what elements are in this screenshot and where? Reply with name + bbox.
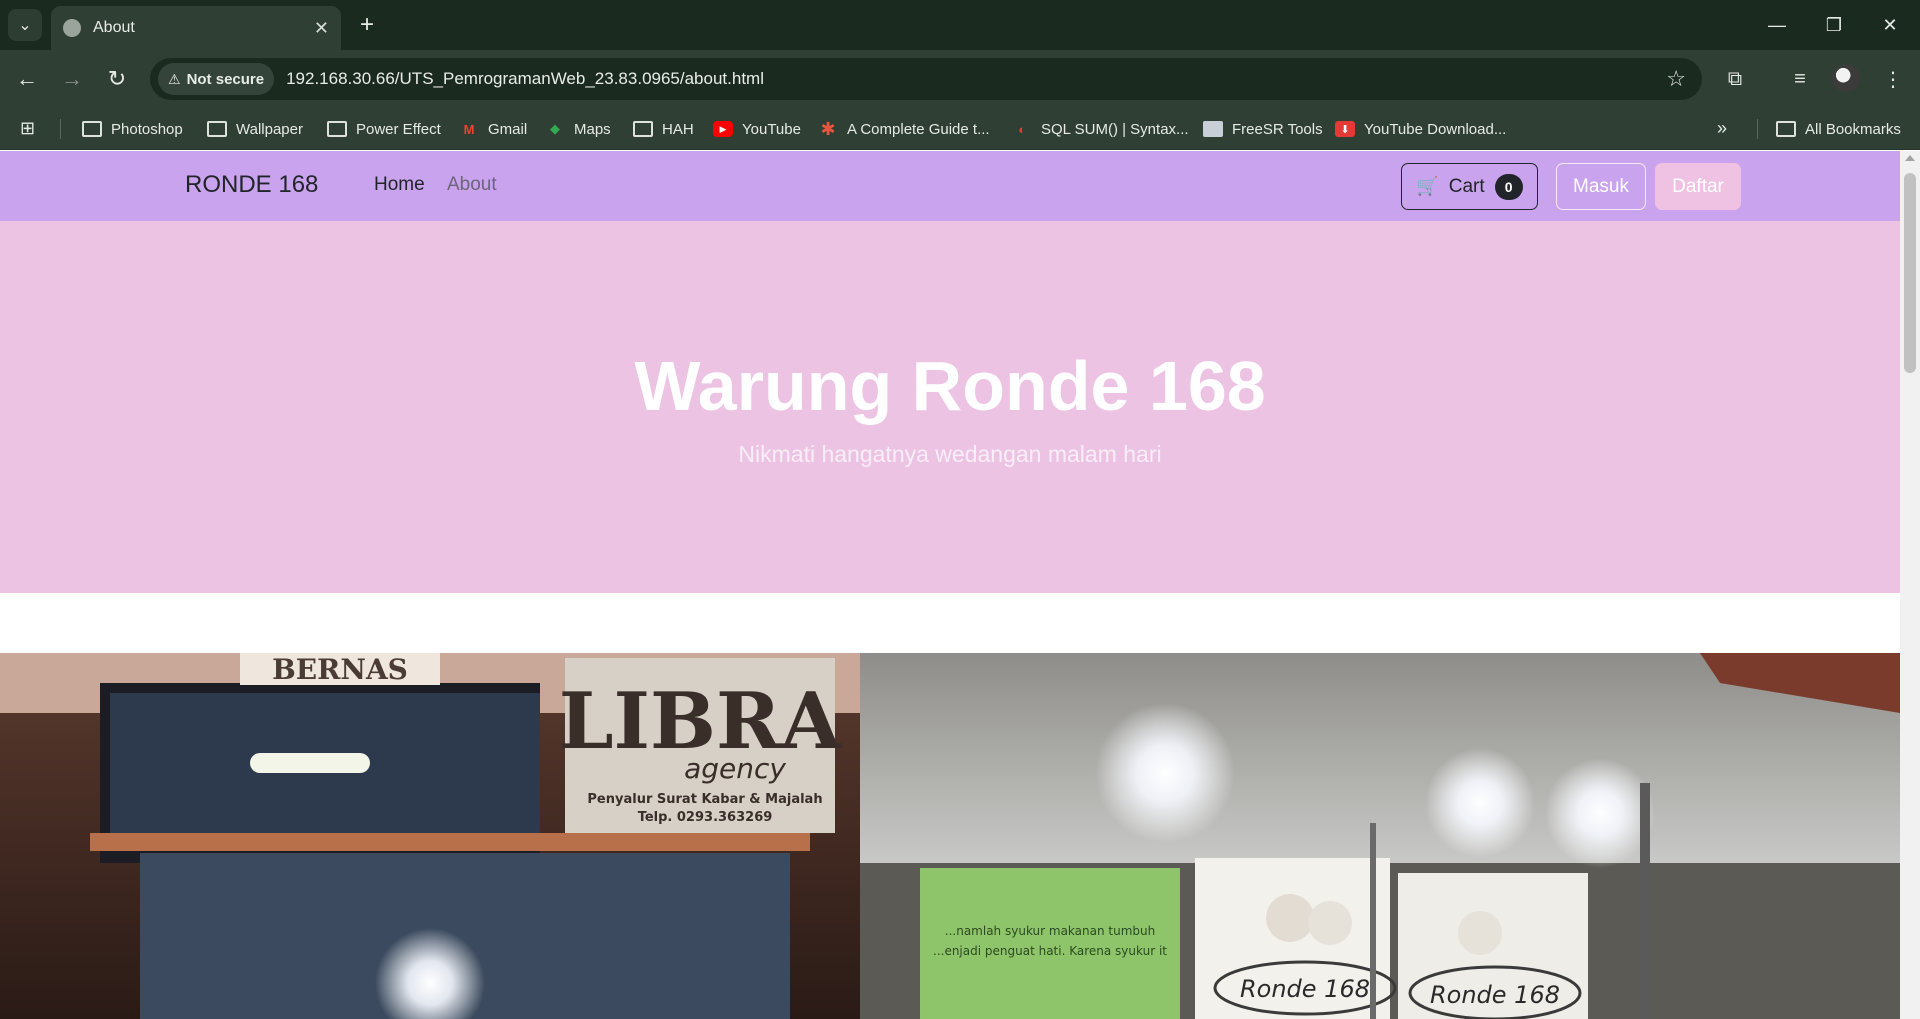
cart-button[interactable]: 🛒 Cart 0 [1401, 163, 1538, 210]
bookmark-maps[interactable]: ◆ Maps [545, 108, 611, 150]
reload-icon[interactable]: ↻ [100, 62, 134, 96]
new-tab-button[interactable]: + [352, 10, 382, 40]
hero-subtitle: Nikmati hangatnya wedangan malam hari [738, 441, 1162, 467]
folder-icon [1776, 121, 1796, 137]
browser-tab-about[interactable]: About ✕ [51, 6, 341, 50]
site-navbar: RONDE 168 Home About 🛒 Cart 0 Masuk Daft… [0, 151, 1900, 221]
browser-toolbar: ← → ↻ ⚠ Not secure 192.168.30.66/UTS_Pem… [0, 50, 1920, 108]
bookmark-label: Gmail [488, 120, 528, 138]
globe-icon [63, 19, 81, 37]
page-scrollbar[interactable] [1900, 151, 1920, 1019]
cart-label: Cart [1448, 175, 1485, 197]
bookmark-complete-guide[interactable]: ✱ A Complete Guide t... [818, 108, 990, 150]
green-banner-line-1: ...namlah syukur makanan tumbuh [945, 924, 1155, 938]
more-bookmarks-icon[interactable]: » [1717, 118, 1727, 139]
cart-icon: 🛒 [1416, 176, 1439, 196]
cart-count-badge: 0 [1494, 173, 1523, 200]
bookmark-label: Maps [574, 120, 611, 138]
bookmark-label: All Bookmarks [1805, 120, 1901, 138]
bookmark-label: A Complete Guide t... [847, 120, 990, 138]
bookmark-label: Power Effect [356, 120, 441, 138]
bookmark-label: SQL SUM() | Syntax... [1041, 120, 1189, 138]
hero-section: Warung Ronde 168 Nikmati hangatnya wedan… [0, 221, 1900, 593]
media-control-icon[interactable]: ≡ [1783, 62, 1817, 96]
menu-kebab-icon[interactable]: ⋮ [1876, 62, 1910, 96]
bookmark-label: HAH [662, 120, 694, 138]
scrollbar-thumb[interactable] [1904, 173, 1916, 373]
address-bar[interactable]: ⚠ Not secure 192.168.30.66/UTS_Pemrogram… [150, 58, 1702, 100]
bookmark-label: YouTube [742, 120, 801, 138]
register-button[interactable]: Daftar [1655, 163, 1741, 210]
minimize-icon[interactable]: — [1757, 8, 1797, 42]
bookmark-label: YouTube Download... [1364, 120, 1507, 138]
bookmark-freesr[interactable]: FreeSR Tools [1203, 108, 1323, 150]
sign-bernas: BERNAS [272, 653, 408, 686]
page-viewport: RONDE 168 Home About 🛒 Cart 0 Masuk Daft… [0, 151, 1900, 1019]
hero-title: Warung Ronde 168 [634, 347, 1266, 425]
bookmark-photoshop[interactable]: Photoshop [82, 108, 183, 150]
sign-agency: agency [684, 752, 786, 785]
green-banner-line-2: ...enjadi penguat hati. Karena syukur it [933, 944, 1167, 958]
site-brand[interactable]: RONDE 168 [185, 171, 318, 199]
nav-about[interactable]: About [447, 174, 497, 196]
folder-icon [327, 121, 347, 137]
back-arrow-icon[interactable]: ← [10, 62, 44, 96]
bookmark-gmail[interactable]: M Gmail [459, 108, 528, 150]
tab-search-button[interactable]: ⌄ [8, 9, 42, 41]
close-tab-icon[interactable]: ✕ [314, 18, 329, 39]
security-indicator[interactable]: ⚠ Not secure [158, 63, 275, 95]
tab-title: About [93, 19, 135, 36]
download-icon: ⬇ [1335, 121, 1355, 137]
sign-line-1: Penyalur Surat Kabar & Majalah [587, 792, 822, 807]
bookmark-divider [1757, 119, 1758, 139]
login-button[interactable]: Masuk [1556, 163, 1646, 210]
apps-grid-icon[interactable]: ⊞ [20, 118, 35, 139]
folder-icon [633, 121, 653, 137]
restore-icon[interactable]: ❐ [1814, 8, 1854, 42]
warning-icon: ⚠ [168, 70, 181, 87]
profile-avatar[interactable] [1832, 64, 1860, 92]
bookmark-sql-sum[interactable]: ◐ SQL SUM() | Syntax... [1012, 108, 1189, 150]
sign-line-2: Telp. 0293.363269 [638, 810, 773, 825]
extensions-icon[interactable]: ⧉ [1718, 62, 1752, 96]
folder-icon [207, 121, 227, 137]
bookmark-wallpaper[interactable]: Wallpaper [207, 108, 303, 150]
url-text[interactable]: 192.168.30.66/UTS_PemrogramanWeb_23.83.0… [286, 69, 764, 89]
bookmark-label: Wallpaper [236, 120, 303, 138]
browser-tab-bar: ⌄ About ✕ + — ❐ ✕ [0, 0, 1920, 50]
banner-ronde-2: Ronde 168 [1430, 981, 1560, 1009]
bookmark-youtube-downloader[interactable]: ⬇ YouTube Download... [1335, 108, 1506, 150]
storefront-image: BERNAS LIBRA agency Penyalur Surat Kabar… [0, 653, 1900, 1019]
freesr-icon [1203, 121, 1223, 137]
bookmark-power-effect[interactable]: Power Effect [327, 108, 441, 150]
bookmark-youtube[interactable]: ▶ YouTube [713, 108, 801, 150]
bookmark-star-icon[interactable]: ☆ [1666, 66, 1686, 92]
sql-icon: ◐ [1018, 121, 1026, 137]
maps-icon: ◆ [550, 121, 560, 136]
all-bookmarks-button[interactable]: All Bookmarks [1776, 108, 1901, 150]
banner-ronde-1: Ronde 168 [1240, 975, 1370, 1003]
bookmarks-bar: ⊞ Photoshop Wallpaper Power Effect M Gma… [0, 108, 1920, 150]
security-label: Not secure [186, 70, 265, 88]
bookmark-label: Photoshop [111, 120, 183, 138]
close-window-icon[interactable]: ✕ [1870, 8, 1910, 42]
nav-home[interactable]: Home [374, 174, 425, 196]
bookmark-divider [60, 119, 61, 139]
folder-icon [82, 121, 102, 137]
youtube-icon: ▶ [713, 121, 733, 137]
bookmark-hah[interactable]: HAH [633, 108, 694, 150]
scroll-up-arrow-icon[interactable] [1905, 155, 1915, 161]
gmail-icon: M [463, 121, 475, 137]
asterisk-icon: ✱ [820, 118, 836, 139]
chevron-down-icon: ⌄ [18, 17, 32, 34]
bookmark-label: FreeSR Tools [1232, 120, 1323, 138]
storefront-photo: BERNAS LIBRA agency Penyalur Surat Kabar… [0, 653, 1900, 1019]
forward-arrow-icon[interactable]: → [55, 62, 89, 96]
